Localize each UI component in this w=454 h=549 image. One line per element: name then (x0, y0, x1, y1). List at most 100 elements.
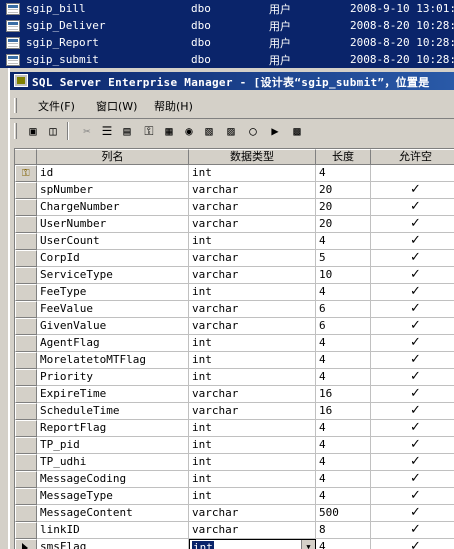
table-row[interactable]: MessageCoding int 4 ✓ (15, 471, 454, 488)
datatype-cell[interactable]: varchar (189, 301, 316, 318)
allow-null-checkbox[interactable]: ✓ (371, 369, 454, 386)
length-cell[interactable]: 20 (316, 182, 371, 199)
properties-icon[interactable]: ◫ (44, 122, 62, 140)
datatype-cell[interactable]: int (189, 420, 316, 437)
insert-column-icon[interactable]: ▦ (160, 122, 178, 140)
column-name-cell[interactable]: ChargeNumber (37, 199, 189, 216)
table-row[interactable]: Priority int 4 ✓ (15, 369, 454, 386)
length-cell[interactable]: 16 (316, 403, 371, 420)
menu-help[interactable]: 帮助(H) (154, 98, 193, 114)
datatype-cell[interactable]: varchar (189, 216, 316, 233)
column-name-cell[interactable]: smsFlag (37, 539, 189, 549)
datatype-cell[interactable]: int (189, 369, 316, 386)
column-name-cell[interactable]: MessageCoding (37, 471, 189, 488)
row-selector[interactable] (15, 267, 37, 284)
table-row[interactable]: MessageContent varchar 500 ✓ (15, 505, 454, 522)
column-name-cell[interactable]: FeeType (37, 284, 189, 301)
row-selector[interactable] (15, 199, 37, 216)
table-row[interactable]: ChargeNumber varchar 20 ✓ (15, 199, 454, 216)
table-row[interactable]: UserNumber varchar 20 ✓ (15, 216, 454, 233)
datatype-cell[interactable]: varchar (189, 182, 316, 199)
length-cell[interactable]: 4 (316, 471, 371, 488)
paste-icon[interactable]: ▤ (118, 122, 136, 140)
allow-null-checkbox[interactable]: ✓ (371, 301, 454, 318)
table-row[interactable]: UserCount int 4 ✓ (15, 233, 454, 250)
column-name-cell[interactable]: spNumber (37, 182, 189, 199)
allow-null-checkbox[interactable]: ✓ (371, 250, 454, 267)
grid-icon[interactable]: ▩ (288, 122, 306, 140)
datatype-cell[interactable]: varchar (189, 403, 316, 420)
datatype-cell[interactable]: varchar (189, 505, 316, 522)
length-cell[interactable]: 500 (316, 505, 371, 522)
toolbar-grip[interactable] (14, 123, 17, 139)
datatype-cell[interactable]: int (189, 165, 316, 182)
datatype-cell[interactable]: varchar (189, 318, 316, 335)
row-selector[interactable]: ⚿ (15, 165, 37, 182)
row-selector[interactable] (15, 301, 37, 318)
triggers-icon[interactable]: ▶ (266, 122, 284, 140)
row-selector[interactable] (15, 539, 37, 549)
table-list-item[interactable]: sgip_Deliver dbo 用户 2008-8-20 10:28:19 (0, 17, 454, 34)
table-row[interactable]: ScheduleTime varchar 16 ✓ (15, 403, 454, 420)
table-row[interactable]: FeeType int 4 ✓ (15, 284, 454, 301)
length-cell[interactable]: 16 (316, 386, 371, 403)
menu-file[interactable]: 文件(F) (38, 98, 75, 114)
length-cell[interactable]: 4 (316, 437, 371, 454)
length-cell[interactable]: 4 (316, 420, 371, 437)
allow-null-checkbox[interactable]: ✓ (371, 505, 454, 522)
row-selector[interactable] (15, 250, 37, 267)
constraints-icon[interactable]: ◯ (244, 122, 262, 140)
length-cell[interactable]: 4 (316, 539, 371, 549)
datatype-dropdown[interactable]: int ▼ (189, 539, 316, 549)
column-name-cell[interactable]: TP_pid (37, 437, 189, 454)
column-name-cell[interactable]: ReportFlag (37, 420, 189, 437)
datatype-cell[interactable]: int (189, 352, 316, 369)
table-row[interactable]: AgentFlag int 4 ✓ (15, 335, 454, 352)
allow-null-checkbox[interactable]: ✓ (371, 488, 454, 505)
datatype-cell[interactable]: int (189, 233, 316, 250)
allow-null-checkbox[interactable]: ✓ (371, 352, 454, 369)
chevron-down-icon[interactable]: ▼ (301, 540, 315, 549)
table-row[interactable]: ExpireTime varchar 16 ✓ (15, 386, 454, 403)
allow-null-checkbox[interactable]: ✓ (371, 199, 454, 216)
relationships-icon[interactable]: ▧ (200, 122, 218, 140)
length-cell[interactable]: 20 (316, 216, 371, 233)
table-row[interactable]: MessageType int 4 ✓ (15, 488, 454, 505)
allow-null-checkbox[interactable]: ✓ (371, 335, 454, 352)
allow-null-checkbox[interactable]: ✓ (371, 284, 454, 301)
column-name-cell[interactable]: MessageType (37, 488, 189, 505)
table-row[interactable]: ServiceType varchar 10 ✓ (15, 267, 454, 284)
row-selector[interactable] (15, 182, 37, 199)
table-row[interactable]: TP_pid int 4 ✓ (15, 437, 454, 454)
column-name-cell[interactable]: linkID (37, 522, 189, 539)
allow-null-checkbox[interactable]: ✓ (371, 454, 454, 471)
length-cell[interactable]: 4 (316, 335, 371, 352)
allow-null-checkbox[interactable] (371, 165, 454, 182)
datatype-cell[interactable]: varchar (189, 386, 316, 403)
table-row[interactable]: GivenValue varchar 6 ✓ (15, 318, 454, 335)
column-header-name[interactable]: 列名 (37, 149, 189, 165)
row-selector[interactable] (15, 471, 37, 488)
datatype-cell[interactable]: varchar (189, 199, 316, 216)
indexes-icon[interactable]: ▨ (222, 122, 240, 140)
length-cell[interactable]: 4 (316, 454, 371, 471)
column-header-type[interactable]: 数据类型 (189, 149, 316, 165)
row-selector[interactable] (15, 386, 37, 403)
table-list-item[interactable]: sgip_bill dbo 用户 2008-9-10 13:01:49 (0, 0, 454, 17)
row-selector[interactable] (15, 454, 37, 471)
column-header-length[interactable]: 长度 (316, 149, 371, 165)
copy-icon[interactable]: ☰ (98, 122, 116, 140)
allow-null-checkbox[interactable]: ✓ (371, 182, 454, 199)
datatype-cell[interactable]: varchar (189, 250, 316, 267)
datatype-cell[interactable]: varchar (189, 267, 316, 284)
table-row[interactable]: TP_udhi int 4 ✓ (15, 454, 454, 471)
allow-null-checkbox[interactable]: ✓ (371, 386, 454, 403)
length-cell[interactable]: 4 (316, 488, 371, 505)
allow-null-checkbox[interactable]: ✓ (371, 471, 454, 488)
row-selector[interactable] (15, 335, 37, 352)
length-cell[interactable]: 4 (316, 233, 371, 250)
column-name-cell[interactable]: ScheduleTime (37, 403, 189, 420)
allow-null-checkbox[interactable]: ✓ (371, 233, 454, 250)
length-cell[interactable]: 6 (316, 301, 371, 318)
row-selector[interactable] (15, 318, 37, 335)
